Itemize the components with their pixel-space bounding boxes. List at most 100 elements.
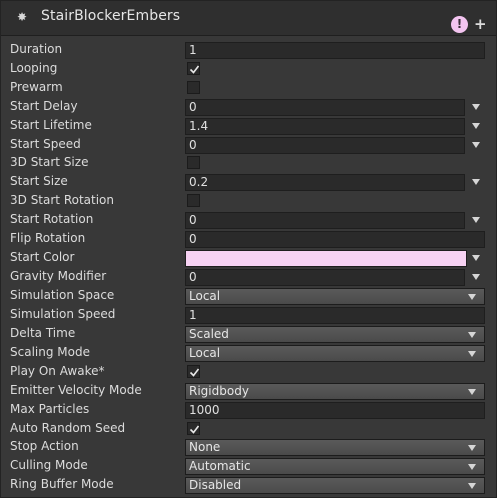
simulation-speed-field[interactable]: 1 — [185, 307, 485, 324]
chevron-down-icon — [468, 294, 476, 300]
emitter-velocity-mode-dropdown[interactable]: Rigidbody — [185, 383, 485, 400]
scaling-mode-value: Local — [189, 346, 221, 360]
prewarm-label: Prewarm — [10, 80, 63, 94]
start-color-label: Start Color — [10, 250, 75, 264]
3d-start-size-checkbox[interactable] — [187, 156, 200, 169]
row-duration: Duration 1 — [1, 41, 496, 60]
add-icon[interactable]: + — [474, 15, 487, 33]
culling-mode-dropdown[interactable]: Automatic — [185, 458, 485, 475]
start-rotation-field[interactable]: 0 — [185, 212, 465, 229]
simulation-speed-label: Simulation Speed — [10, 307, 116, 321]
start-lifetime-mode-caret-icon[interactable] — [472, 123, 480, 129]
scaling-mode-dropdown[interactable]: Local — [185, 345, 485, 362]
simulation-space-dropdown[interactable]: Local — [185, 288, 485, 305]
row-start-speed: Start Speed 0 — [1, 136, 496, 155]
row-prewarm: Prewarm — [1, 79, 496, 98]
chevron-down-icon — [468, 464, 476, 470]
play-on-awake-checkbox[interactable] — [187, 365, 200, 378]
prewarm-checkbox[interactable] — [187, 81, 200, 94]
start-size-field[interactable]: 0.2 — [185, 174, 465, 191]
stop-action-value: None — [189, 440, 221, 454]
row-emitter-velocity-mode: Emitter Velocity Mode Rigidbody — [1, 382, 496, 401]
row-auto-random-seed: Auto Random Seed — [1, 420, 496, 439]
max-particles-label: Max Particles — [10, 402, 90, 416]
max-particles-field[interactable]: 1000 — [185, 402, 485, 419]
row-3d-start-rotation: 3D Start Rotation — [1, 192, 496, 211]
row-max-particles: Max Particles 1000 — [1, 401, 496, 420]
row-simulation-space: Simulation Space Local — [1, 287, 496, 306]
start-delay-mode-caret-icon[interactable] — [472, 104, 480, 110]
checkmark-icon — [189, 368, 200, 377]
simulation-space-label: Simulation Space — [10, 288, 115, 302]
scaling-mode-label: Scaling Mode — [10, 345, 90, 359]
module-title: StairBlockerEmbers — [41, 8, 181, 24]
start-size-label: Start Size — [10, 174, 68, 188]
auto-random-seed-checkbox[interactable] — [187, 422, 200, 435]
checkmark-icon — [189, 425, 200, 434]
start-color-swatch[interactable] — [185, 250, 467, 267]
start-lifetime-label: Start Lifetime — [10, 118, 92, 132]
chevron-down-icon — [468, 332, 476, 338]
start-speed-field[interactable]: 0 — [185, 137, 465, 154]
culling-mode-label: Culling Mode — [10, 458, 88, 472]
start-delay-field[interactable]: 0 — [185, 99, 465, 116]
row-ring-buffer-mode: Ring Buffer Mode Disabled — [1, 476, 496, 495]
auto-random-seed-label: Auto Random Seed — [10, 421, 126, 435]
chevron-down-icon — [468, 389, 476, 395]
chevron-down-icon — [468, 483, 476, 489]
checkmark-icon — [189, 65, 200, 74]
start-size-mode-caret-icon[interactable] — [472, 179, 480, 185]
flip-rotation-label: Flip Rotation — [10, 231, 86, 245]
row-culling-mode: Culling Mode Automatic — [1, 457, 496, 476]
delta-time-dropdown[interactable]: Scaled — [185, 326, 485, 343]
start-lifetime-field[interactable]: 1.4 — [185, 118, 465, 135]
start-delay-label: Start Delay — [10, 99, 78, 113]
particle-system-main-module: ✸ StairBlockerEmbers ! + Duration 1 Loop… — [0, 0, 497, 498]
chevron-down-icon — [468, 351, 476, 357]
row-start-color: Start Color — [1, 249, 496, 268]
gravity-modifier-mode-caret-icon[interactable] — [472, 274, 480, 280]
row-start-lifetime: Start Lifetime 1.4 — [1, 117, 496, 136]
3d-start-rotation-label: 3D Start Rotation — [10, 193, 115, 207]
delta-time-value: Scaled — [189, 327, 229, 341]
warning-icon[interactable]: ! — [451, 16, 468, 33]
particle-system-icon: ✸ — [17, 10, 28, 24]
3d-start-rotation-checkbox[interactable] — [187, 194, 200, 207]
chevron-down-icon — [468, 445, 476, 451]
row-scaling-mode: Scaling Mode Local — [1, 344, 496, 363]
play-on-awake-label: Play On Awake* — [10, 364, 105, 378]
3d-start-size-label: 3D Start Size — [10, 155, 89, 169]
start-rotation-label: Start Rotation — [10, 212, 94, 226]
duration-label: Duration — [10, 42, 63, 56]
start-speed-label: Start Speed — [10, 137, 81, 151]
ring-buffer-mode-label: Ring Buffer Mode — [10, 477, 114, 491]
row-stop-action: Stop Action None — [1, 438, 496, 457]
start-rotation-mode-caret-icon[interactable] — [472, 217, 480, 223]
duration-field[interactable]: 1 — [185, 42, 485, 59]
start-speed-mode-caret-icon[interactable] — [472, 142, 480, 148]
looping-label: Looping — [10, 61, 58, 75]
row-simulation-speed: Simulation Speed 1 — [1, 306, 496, 325]
gravity-modifier-label: Gravity Modifier — [10, 269, 107, 283]
row-start-size: Start Size 0.2 — [1, 173, 496, 192]
ring-buffer-mode-value: Disabled — [189, 478, 242, 492]
stop-action-dropdown[interactable]: None — [185, 439, 485, 456]
row-play-on-awake: Play On Awake* — [1, 363, 496, 382]
row-3d-start-size: 3D Start Size — [1, 154, 496, 173]
row-looping: Looping — [1, 60, 496, 79]
emitter-velocity-mode-value: Rigidbody — [189, 384, 249, 398]
emitter-velocity-mode-label: Emitter Velocity Mode — [10, 383, 142, 397]
module-header[interactable]: ✸ StairBlockerEmbers ! + — [1, 1, 496, 36]
looping-checkbox[interactable] — [187, 62, 200, 75]
simulation-space-value: Local — [189, 289, 221, 303]
flip-rotation-field[interactable]: 0 — [185, 231, 485, 248]
delta-time-label: Delta Time — [10, 326, 76, 340]
ring-buffer-mode-dropdown[interactable]: Disabled — [185, 477, 485, 494]
gravity-modifier-field[interactable]: 0 — [185, 269, 465, 286]
row-gravity-modifier: Gravity Modifier 0 — [1, 268, 496, 287]
culling-mode-value: Automatic — [189, 459, 251, 473]
row-flip-rotation: Flip Rotation 0 — [1, 230, 496, 249]
start-color-mode-caret-icon[interactable] — [472, 255, 480, 261]
row-start-rotation: Start Rotation 0 — [1, 211, 496, 230]
row-start-delay: Start Delay 0 — [1, 98, 496, 117]
